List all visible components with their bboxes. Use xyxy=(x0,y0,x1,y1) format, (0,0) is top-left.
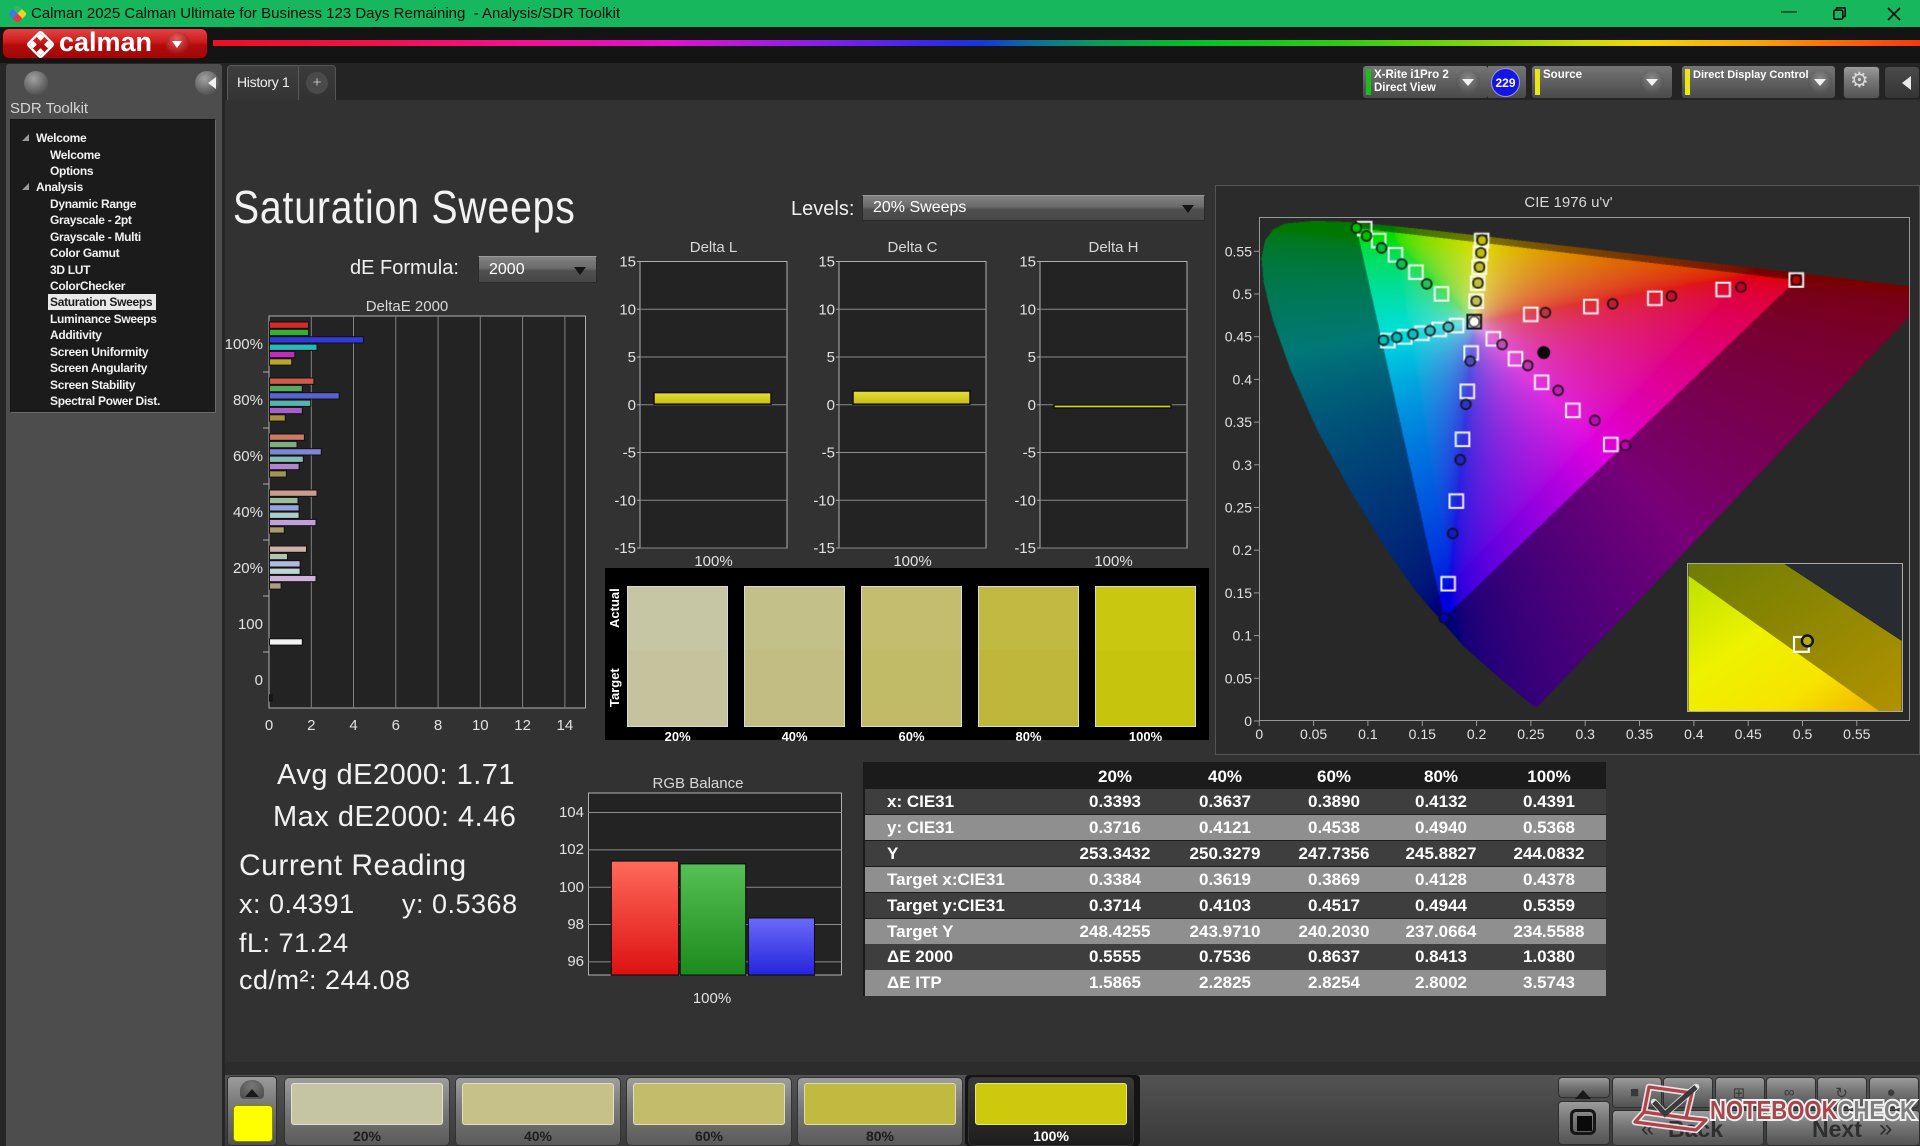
svg-text:-10: -10 xyxy=(614,492,636,509)
svg-text:0.35: 0.35 xyxy=(1225,414,1252,430)
svg-text:-15: -15 xyxy=(614,540,636,557)
svg-text:15: 15 xyxy=(1019,254,1036,271)
svg-text:98: 98 xyxy=(567,916,584,933)
svg-text:0.3: 0.3 xyxy=(1233,457,1253,473)
svg-text:40%: 40% xyxy=(233,504,263,521)
svg-text:DeltaE 2000: DeltaE 2000 xyxy=(366,298,449,315)
svg-text:20%: 20% xyxy=(233,560,263,577)
svg-text:12: 12 xyxy=(514,717,531,734)
svg-text:0: 0 xyxy=(1244,713,1252,729)
svg-text:0.25: 0.25 xyxy=(1517,726,1544,742)
svg-text:0.2: 0.2 xyxy=(1233,542,1253,558)
svg-text:0.5: 0.5 xyxy=(1233,286,1253,302)
svg-text:15: 15 xyxy=(619,254,636,271)
svg-text:0.1: 0.1 xyxy=(1233,628,1253,644)
svg-text:0: 0 xyxy=(827,397,835,414)
svg-text:14: 14 xyxy=(557,717,574,734)
svg-text:0.45: 0.45 xyxy=(1225,329,1252,345)
svg-text:0.55: 0.55 xyxy=(1225,243,1252,259)
svg-text:5: 5 xyxy=(628,349,636,366)
svg-text:Delta H: Delta H xyxy=(1088,239,1138,256)
svg-text:0: 0 xyxy=(255,672,263,689)
svg-text:Delta L: Delta L xyxy=(690,239,738,256)
svg-text:0.05: 0.05 xyxy=(1300,726,1327,742)
svg-text:6: 6 xyxy=(392,717,400,734)
svg-text:-15: -15 xyxy=(1014,540,1036,557)
svg-text:0.3: 0.3 xyxy=(1575,726,1595,742)
svg-text:0.2: 0.2 xyxy=(1467,726,1487,742)
svg-text:0.15: 0.15 xyxy=(1409,726,1436,742)
svg-text:0.25: 0.25 xyxy=(1225,500,1252,516)
svg-text:0: 0 xyxy=(1028,397,1036,414)
svg-text:0.55: 0.55 xyxy=(1843,726,1870,742)
svg-text:10: 10 xyxy=(1019,301,1036,318)
svg-text:0.5: 0.5 xyxy=(1793,726,1813,742)
svg-text:5: 5 xyxy=(1028,349,1036,366)
svg-text:8: 8 xyxy=(434,717,442,734)
svg-text:104: 104 xyxy=(559,804,584,821)
svg-text:0.15: 0.15 xyxy=(1225,585,1252,601)
svg-text:RGB Balance: RGB Balance xyxy=(653,775,744,792)
svg-text:100: 100 xyxy=(238,616,263,633)
svg-text:5: 5 xyxy=(827,349,835,366)
svg-text:-10: -10 xyxy=(1014,492,1036,509)
svg-text:NOTEBOOKCHECK: NOTEBOOKCHECK xyxy=(1710,1095,1916,1125)
svg-text:100%: 100% xyxy=(693,990,731,1007)
svg-text:100: 100 xyxy=(559,879,584,896)
svg-text:-10: -10 xyxy=(813,492,835,509)
svg-text:4: 4 xyxy=(349,717,357,734)
svg-text:100%: 100% xyxy=(225,336,263,353)
svg-text:2: 2 xyxy=(307,717,315,734)
svg-text:-5: -5 xyxy=(623,445,636,462)
svg-text:-5: -5 xyxy=(1023,445,1036,462)
svg-text:10: 10 xyxy=(472,717,489,734)
svg-text:0.4: 0.4 xyxy=(1233,371,1253,387)
svg-text:0: 0 xyxy=(1255,726,1263,742)
svg-text:10: 10 xyxy=(619,301,636,318)
svg-text:15: 15 xyxy=(818,254,835,271)
svg-text:0.05: 0.05 xyxy=(1225,670,1252,686)
svg-text:0.4: 0.4 xyxy=(1684,726,1704,742)
svg-text:-15: -15 xyxy=(813,540,835,557)
svg-text:0.1: 0.1 xyxy=(1358,726,1378,742)
svg-text:60%: 60% xyxy=(233,448,263,465)
svg-text:0: 0 xyxy=(628,397,636,414)
svg-text:10: 10 xyxy=(818,301,835,318)
svg-text:0: 0 xyxy=(265,717,273,734)
svg-text:-5: -5 xyxy=(822,445,835,462)
svg-text:80%: 80% xyxy=(233,392,263,409)
svg-text:96: 96 xyxy=(567,953,584,970)
svg-text:0.45: 0.45 xyxy=(1735,726,1762,742)
svg-text:Delta C: Delta C xyxy=(887,239,937,256)
svg-text:102: 102 xyxy=(559,841,584,858)
svg-text:0.35: 0.35 xyxy=(1626,726,1653,742)
